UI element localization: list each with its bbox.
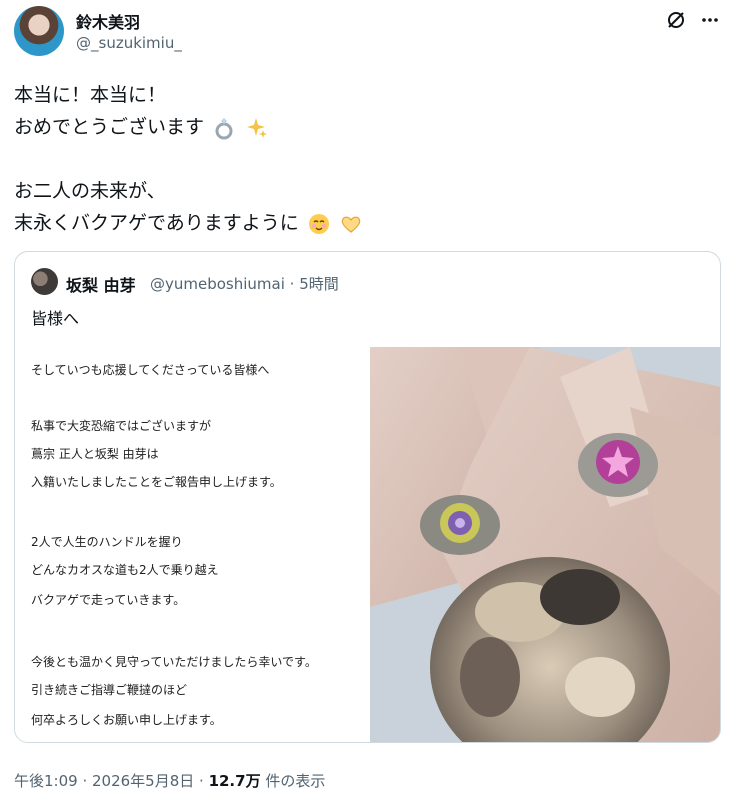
tweet-line: お二人の未来が、 (14, 180, 166, 202)
quoted-author-avatar[interactable] (31, 268, 58, 295)
tweet-timestamp[interactable]: 午後1:09 · 2026年5月8日 · (14, 772, 209, 790)
rings-photo[interactable] (370, 347, 720, 742)
announcement-line: 私事で大変恐縮ではございますが (31, 419, 212, 433)
announcement-line: 蔦宗 正人と坂梨 由芽は (31, 447, 159, 461)
tweet-line-with-emoji: おめでとうございます (14, 111, 714, 143)
quoted-author-handle-time[interactable]: @yumeboshiumai · 5時間 (150, 273, 339, 294)
quoted-author-name[interactable]: 坂梨 由芽 (66, 272, 136, 296)
announcement-line: 引き続きご指導ご鞭撻のほど (31, 683, 188, 697)
announcement-line: 今後とも温かく見守っていただけましたら幸いです。 (31, 655, 317, 669)
tweet-line-with-emoji: 末永くバクアゲでありますように (14, 207, 714, 239)
tweet-text: 本当に！本当に！ おめでとうございます お二人の未来が、 末永くバクアゲでありま… (14, 79, 714, 239)
pink-ring (578, 433, 658, 497)
more-options-icon[interactable] (698, 8, 722, 32)
announcement-line: 2人で人生のハンドルを握り (31, 535, 183, 549)
author-display-name[interactable]: 鈴木美羽 (76, 9, 140, 33)
announcement-line: 入籍いたしましたことをご報告申し上げます。 (31, 475, 282, 489)
ring-icon (215, 117, 233, 139)
announcement-image[interactable]: そしていつも応援してくださっている皆様へ 私事で大変恐縮ではございますが 蔦宗 … (15, 347, 370, 742)
announcement-line: バクアゲで走っていきます。 (31, 593, 186, 607)
grok-icon[interactable] (664, 8, 688, 32)
green-ring (420, 495, 500, 555)
view-count-label: 件の表示 (260, 772, 326, 790)
announcement-line: そしていつも応援してくださっている皆様へ (31, 363, 270, 377)
quoted-tweet-text: 皆様へ (31, 309, 80, 328)
heart-hands-icon (341, 216, 361, 233)
announcement-line: 何卒よろしくお願い申し上げます。 (31, 713, 222, 727)
author-handle[interactable]: @_suzukimiu_ (76, 34, 182, 52)
smiling-face-with-hearts-icon (308, 213, 329, 234)
tweet-meta: 午後1:09 · 2026年5月8日 · 12.7万 件の表示 (14, 770, 325, 791)
announcement-line: どんなカオスな道も2人で乗り越え (31, 563, 219, 577)
tweet-line: 本当に！本当に！ (14, 84, 167, 106)
author-avatar[interactable] (14, 6, 64, 56)
sparkles-icon (247, 117, 268, 138)
view-count: 12.7万 (208, 772, 261, 790)
quoted-tweet-card[interactable]: 坂梨 由芽 @yumeboshiumai · 5時間 皆様へ そしていつも応援し… (14, 251, 721, 743)
